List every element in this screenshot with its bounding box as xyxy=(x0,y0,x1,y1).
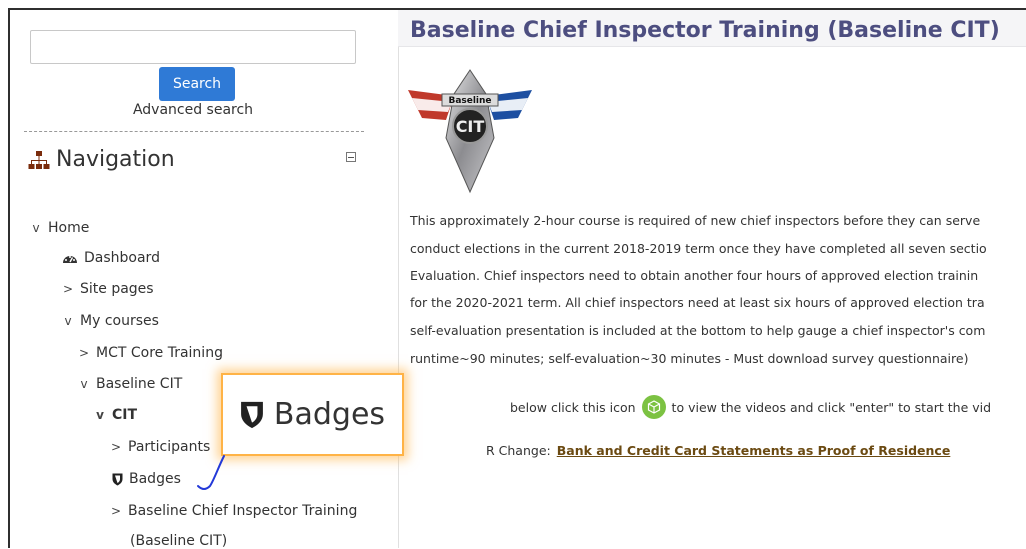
description-line: conduct elections in the current 2018-20… xyxy=(410,241,987,256)
course-logo: Baseline CIT xyxy=(408,69,532,194)
logo-center-text: CIT xyxy=(456,117,485,136)
nav-item-label: Site pages xyxy=(80,281,154,297)
shield-icon xyxy=(112,473,123,485)
search-button[interactable]: Search xyxy=(159,67,235,101)
chevron-down-icon: v xyxy=(32,221,40,235)
chevron-right-icon: > xyxy=(78,346,90,360)
proof-of-residence-link[interactable]: Bank and Credit Card Statements as Proof… xyxy=(557,443,951,458)
description-line: Evaluation. Chief inspectors need to obt… xyxy=(410,268,979,283)
pen-annotation xyxy=(197,455,225,490)
nav-item-label: Badges xyxy=(129,471,181,487)
instruction-text: to view the videos and click "enter" to … xyxy=(671,399,992,415)
description-line: for the 2020-2021 term. All chief inspec… xyxy=(410,295,985,310)
nav-item-my-courses[interactable]: v My courses xyxy=(62,313,159,329)
logo-banner-text: Baseline xyxy=(448,96,491,106)
description-line: self-evaluation presentation is included… xyxy=(410,323,986,338)
callout-label: Badges xyxy=(273,397,386,432)
nav-item-site-pages[interactable]: > Site pages xyxy=(62,281,154,297)
chevron-down-icon: v xyxy=(80,377,88,391)
page-title: Baseline Chief Inspector Training (Basel… xyxy=(410,18,1000,43)
video-instruction: below click this icon to view the videos… xyxy=(510,395,991,419)
nav-item-cit[interactable]: v CIT xyxy=(94,407,137,423)
nav-item-label: Baseline Chief Inspector Training xyxy=(128,503,358,519)
change-notice: R Change: Bank and Credit Card Statements… xyxy=(486,443,950,458)
nav-item-label: Baseline CIT xyxy=(96,376,183,392)
navigation-title: Navigation xyxy=(56,147,175,172)
chevron-right-icon: > xyxy=(62,282,74,296)
shield-icon xyxy=(241,401,263,428)
change-prefix: R Change: xyxy=(486,443,551,458)
nav-item-baseline-course-continued[interactable]: (Baseline CIT) xyxy=(130,533,227,549)
main-content: Baseline Chief Inspector Training (Basel… xyxy=(398,10,1026,548)
description-line: runtime~90 minutes; self-evaluation~30 m… xyxy=(410,351,969,366)
description-line: This approximately 2-hour course is requ… xyxy=(410,213,981,228)
chevron-down-icon: v xyxy=(96,408,104,422)
sitemap-icon xyxy=(28,150,50,169)
instruction-text: below click this icon xyxy=(510,399,636,415)
nav-item-dashboard[interactable]: Dashboard xyxy=(62,250,160,266)
cube-glyph-icon xyxy=(647,400,660,414)
nav-item-label: Home xyxy=(48,220,90,236)
nav-item-label: My courses xyxy=(80,313,159,329)
nav-item-mct-core-training[interactable]: > MCT Core Training xyxy=(78,345,223,361)
nav-item-label: (Baseline CIT) xyxy=(130,533,228,549)
nav-item-label: Dashboard xyxy=(84,250,160,266)
chevron-right-icon: > xyxy=(110,440,122,454)
nav-item-baseline-course[interactable]: > Baseline Chief Inspector Training xyxy=(110,503,357,519)
nav-item-label: CIT xyxy=(112,407,138,423)
dashboard-icon xyxy=(63,256,77,263)
nav-item-baseline-cit[interactable]: v Baseline CIT xyxy=(78,376,182,392)
chevron-right-icon: > xyxy=(110,504,122,518)
section-divider xyxy=(24,131,364,132)
zoom-callout: Badges xyxy=(221,373,404,456)
collapse-block-button[interactable] xyxy=(346,152,356,162)
nav-item-label: MCT Core Training xyxy=(96,345,223,361)
navigation-header: Navigation xyxy=(28,147,175,172)
cube-icon[interactable] xyxy=(641,395,666,419)
nav-item-home[interactable]: v Home xyxy=(30,220,89,236)
chevron-down-icon: v xyxy=(64,314,72,328)
advanced-search-link[interactable]: Advanced search xyxy=(10,102,376,118)
search-input[interactable] xyxy=(30,30,356,64)
nav-item-badges[interactable]: Badges xyxy=(112,471,181,487)
